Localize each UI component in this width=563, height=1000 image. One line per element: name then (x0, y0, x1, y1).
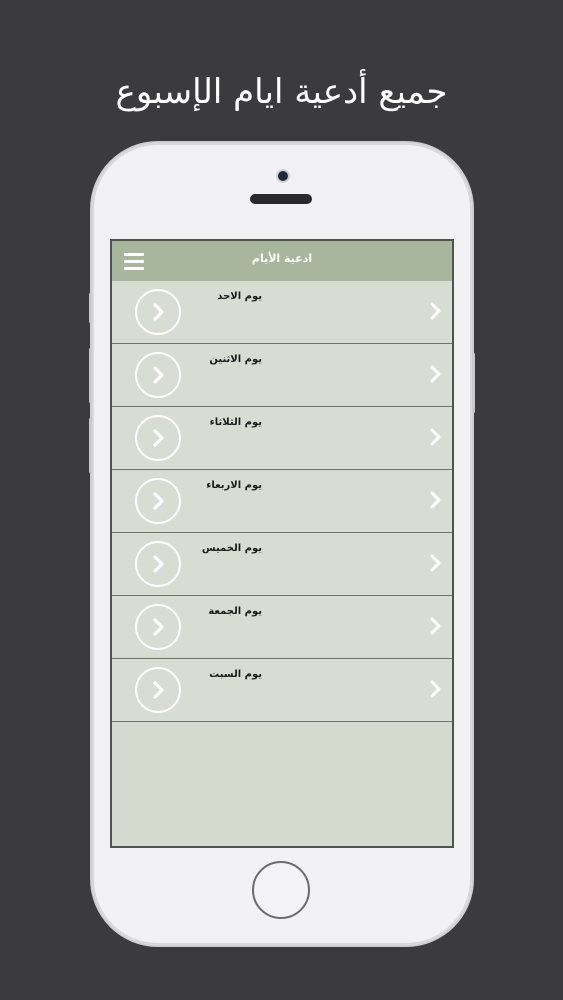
side-button (89, 293, 92, 323)
arrow-circle-icon (135, 667, 181, 713)
navbar: ادعية الأيام (112, 241, 452, 281)
chevron-right-icon (428, 427, 442, 451)
list-item[interactable]: يوم الجمعة (112, 596, 452, 659)
arrow-circle-icon (135, 604, 181, 650)
earpiece-speaker (250, 194, 312, 204)
arrow-circle-icon (135, 352, 181, 398)
volume-up-button (89, 348, 92, 403)
list-item[interactable]: يوم الاثنين (112, 344, 452, 407)
list-item[interactable]: يوم الخميس (112, 533, 452, 596)
arrow-circle-icon (135, 478, 181, 524)
arrow-circle-icon (135, 541, 181, 587)
chevron-right-icon (428, 301, 442, 325)
day-label: يوم الاثنين (209, 354, 262, 365)
chevron-right-icon (428, 553, 442, 577)
days-list: يوم الاحد يوم الاثنين يوم الثلاثاء يوم الار… (112, 281, 452, 722)
day-label: يوم السبت (209, 669, 262, 680)
list-item[interactable]: يوم الاحد (112, 281, 452, 344)
front-camera (278, 171, 288, 181)
day-label: يوم الخميس (201, 543, 262, 554)
list-item[interactable]: يوم السبت (112, 659, 452, 722)
power-button (472, 353, 475, 413)
chevron-right-icon (428, 364, 442, 388)
chevron-right-icon (428, 616, 442, 640)
volume-down-button (89, 418, 92, 473)
nav-title: ادعية الأيام (251, 252, 313, 265)
chevron-right-icon (428, 679, 442, 703)
promo-headline: جميع أدعية ايام الإسبوع (115, 72, 448, 112)
list-item[interactable]: يوم الثلاثاء (112, 407, 452, 470)
day-label: يوم الاحد (217, 291, 262, 302)
day-label: يوم الثلاثاء (209, 417, 262, 428)
day-label: يوم الاربعاء (206, 480, 262, 491)
arrow-circle-icon (135, 289, 181, 335)
day-label: يوم الجمعة (208, 606, 262, 617)
arrow-circle-icon (135, 415, 181, 461)
chevron-right-icon (428, 490, 442, 514)
list-item[interactable]: يوم الاربعاء (112, 470, 452, 533)
app-screen: ادعية الأيام يوم الاحد يوم الاثنين يوم الث… (110, 239, 454, 848)
home-button[interactable] (252, 861, 310, 919)
